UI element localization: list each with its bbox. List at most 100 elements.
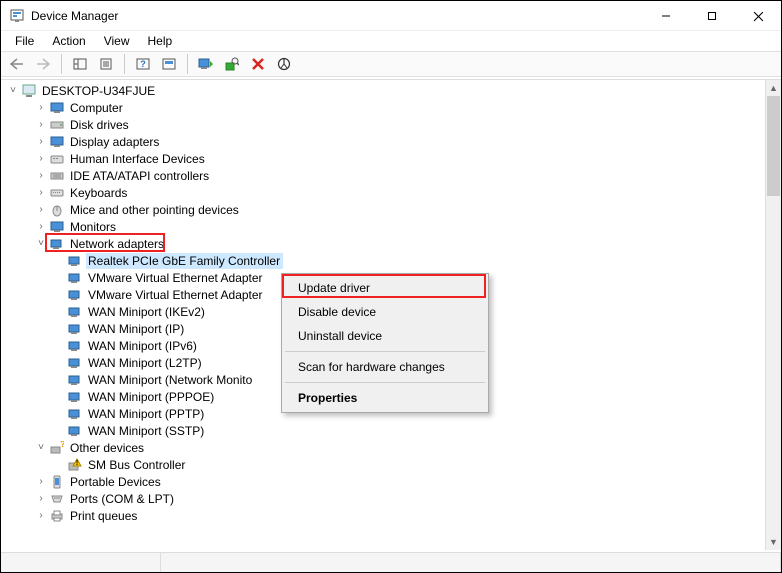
ports-icon [49,491,65,507]
help-toolbar-button[interactable]: ? [131,53,155,75]
context-separator [285,351,485,352]
expand-icon[interactable]: › [35,153,47,164]
network-adapter-icon [67,321,83,337]
expand-icon[interactable]: › [35,204,47,215]
scroll-up-button[interactable]: ▲ [766,80,781,96]
context-scan-hardware[interactable]: Scan for hardware changes [284,355,486,379]
forward-button[interactable] [31,53,55,75]
update-driver-toolbar-button[interactable] [194,53,218,75]
context-uninstall-device[interactable]: Uninstall device [284,324,486,348]
vertical-scrollbar[interactable]: ▲ ▼ [765,80,781,550]
tree-category-label: Mice and other pointing devices [68,202,242,218]
tree-device[interactable]: WAN Miniport (SSTP) [5,422,765,439]
tree-device-label: WAN Miniport (SSTP) [86,423,207,439]
tree-device-label: WAN Miniport (Network Monito [86,372,255,388]
network-adapter-icon [67,287,83,303]
menu-file[interactable]: File [7,32,42,50]
tree-device-sm-bus[interactable]: ! SM Bus Controller [5,456,765,473]
expand-icon[interactable]: › [35,476,47,487]
tree-category-label: Portable Devices [68,474,164,490]
statusbar [1,552,781,572]
tree-device-label: WAN Miniport (PPTP) [86,406,207,422]
network-adapter-icon [67,338,83,354]
other-devices-icon: ? [49,440,65,456]
computer-icon [21,83,37,99]
scroll-thumb[interactable] [767,96,780,196]
tree-device[interactable]: Realtek PCIe GbE Family Controller [5,252,765,269]
expand-icon[interactable]: › [35,102,47,113]
expand-icon[interactable]: › [35,119,47,130]
monitor-icon [49,219,65,235]
tree-category[interactable]: › Disk drives [5,116,765,133]
tree-category[interactable]: › Print queues [5,507,765,524]
tree-category[interactable]: ›Keyboards [5,184,765,201]
expand-icon[interactable]: › [35,510,47,521]
maximize-button[interactable] [689,1,735,31]
expand-icon[interactable]: › [35,493,47,504]
svg-text:?: ? [140,59,146,69]
uninstall-toolbar-button[interactable] [246,53,270,75]
tree-device-label: VMware Virtual Ethernet Adapter [86,287,266,303]
context-properties[interactable]: Properties [284,386,486,410]
expand-icon[interactable]: › [35,221,47,232]
tree-category[interactable]: › IDE ATA/ATAPI controllers [5,167,765,184]
context-update-driver[interactable]: Update driver [284,276,486,300]
network-adapter-icon [67,355,83,371]
tree-category-label: IDE ATA/ATAPI controllers [68,168,212,184]
tree-category-label: Network adapters [68,236,167,252]
collapse-icon[interactable]: ˅ [7,85,19,96]
tree-root-label: DESKTOP-U34FJUE [40,83,158,99]
svg-text:!: ! [76,460,78,467]
close-button[interactable] [735,1,781,31]
tree-category[interactable]: ›Human Interface Devices [5,150,765,167]
tree-category[interactable]: ›Display adapters [5,133,765,150]
expand-icon[interactable]: › [35,187,47,198]
tree-category[interactable]: › Mice and other pointing devices [5,201,765,218]
tree-category[interactable]: ›Monitors [5,218,765,235]
tree-root[interactable]: ˅ DESKTOP-U34FJUE [5,82,765,99]
menu-action[interactable]: Action [44,32,93,50]
tree-category[interactable]: › Ports (COM & LPT) [5,490,765,507]
tree-device-label: VMware Virtual Ethernet Adapter [86,270,266,286]
toolbar-separator [187,54,188,74]
scroll-down-button[interactable]: ▼ [766,534,781,550]
tree-category-network-adapters[interactable]: ˅ Network adapters [5,235,765,252]
tree-category-label: Ports (COM & LPT) [68,491,177,507]
ide-icon [49,168,65,184]
toolbar-button[interactable] [157,53,181,75]
disable-toolbar-button[interactable] [272,53,296,75]
toolbar-separator [61,54,62,74]
network-adapter-icon [49,236,65,252]
expand-icon[interactable]: › [35,170,47,181]
keyboard-icon [49,185,65,201]
toolbar: ? [1,51,781,77]
menu-view[interactable]: View [96,32,138,50]
tree-category-label: Other devices [68,440,147,456]
tree-device-label: WAN Miniport (IKEv2) [86,304,208,320]
tree-category-other-devices[interactable]: ˅ ? Other devices [5,439,765,456]
context-menu: Update driver Disable device Uninstall d… [281,273,489,413]
properties-toolbar-button[interactable] [94,53,118,75]
tree-category-label: Disk drives [68,117,132,133]
hid-icon [49,151,65,167]
tree-category[interactable]: › Portable Devices [5,473,765,490]
tree-category-label: Computer [68,100,126,116]
tree-category-label: Print queues [68,508,140,524]
tree-category[interactable]: › Computer [5,99,765,116]
collapse-icon[interactable]: ˅ [35,442,47,453]
minimize-button[interactable] [643,1,689,31]
back-button[interactable] [5,53,29,75]
expand-icon[interactable]: › [35,136,47,147]
menu-help[interactable]: Help [140,32,181,50]
mouse-icon [49,202,65,218]
monitor-icon [49,134,65,150]
context-disable-device[interactable]: Disable device [284,300,486,324]
scan-hardware-toolbar-button[interactable] [220,53,244,75]
menubar: File Action View Help [1,31,781,51]
warning-device-icon: ! [67,457,83,473]
show-hide-console-button[interactable] [68,53,92,75]
tree-device-label: WAN Miniport (IP) [86,321,187,337]
tree-device-label: WAN Miniport (IPv6) [86,338,200,354]
window-title: Device Manager [31,9,643,23]
collapse-icon[interactable]: ˅ [35,238,47,249]
